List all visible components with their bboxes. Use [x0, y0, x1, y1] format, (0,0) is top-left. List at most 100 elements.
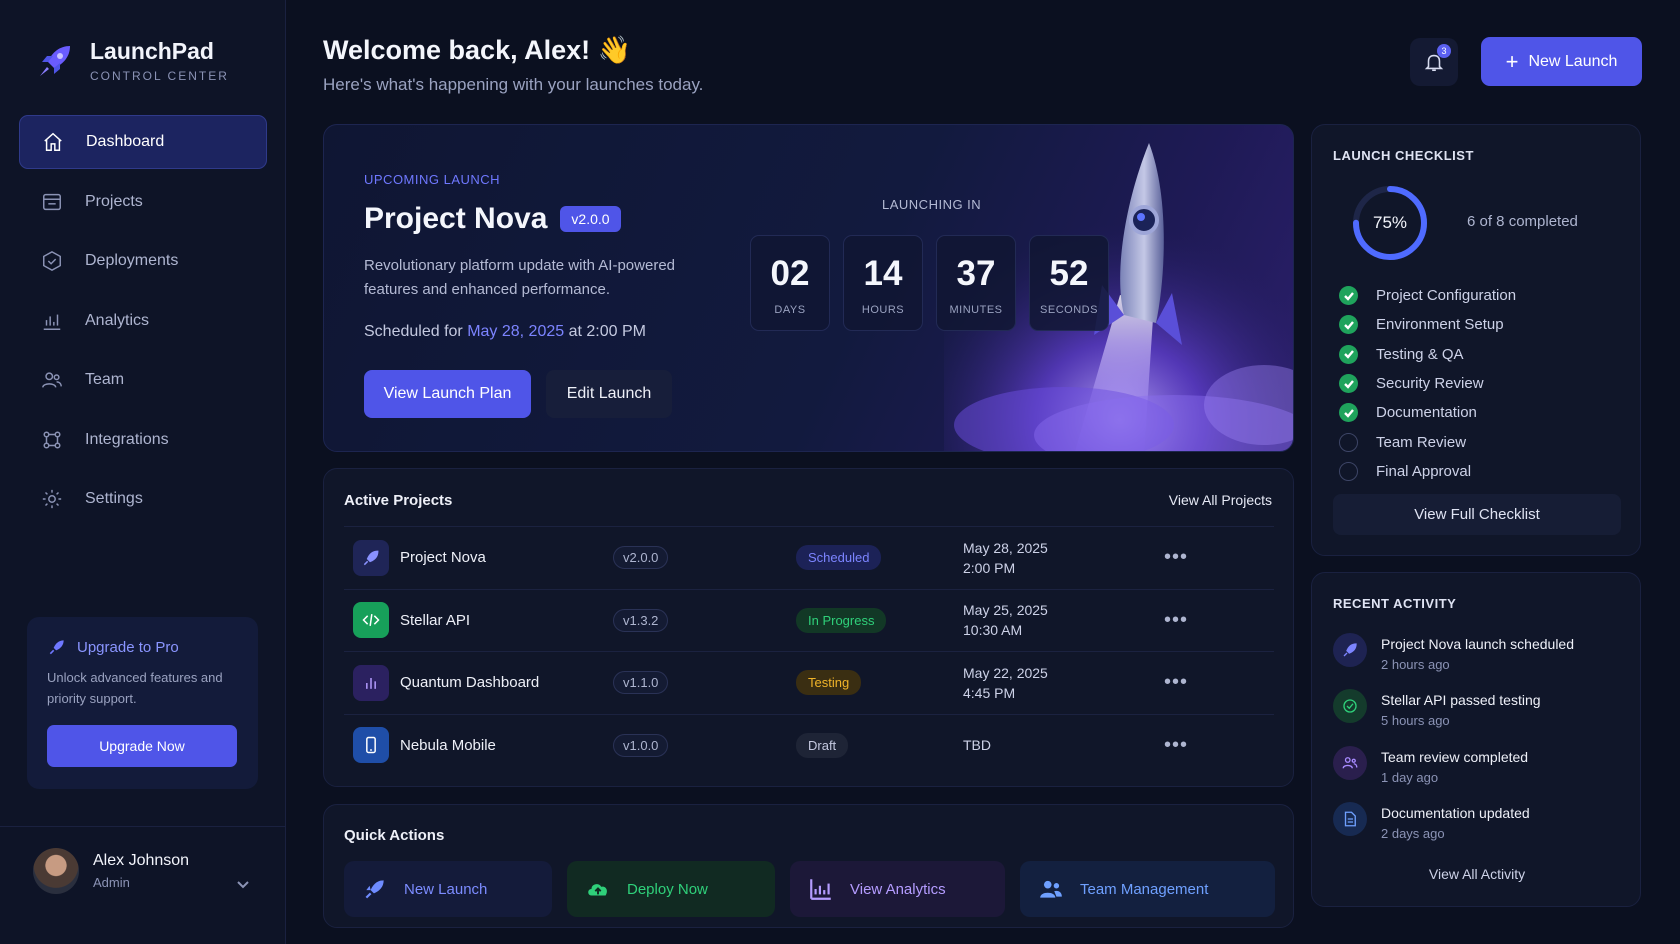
quick-new-launch-button[interactable]: New Launch [344, 861, 552, 917]
home-icon [44, 132, 62, 151]
check-icon [1339, 315, 1358, 335]
schedule-date: May 28, 2025 [467, 323, 565, 340]
sidebar-item-deployments[interactable]: Deployments [19, 234, 267, 288]
sidebar-item-analytics[interactable]: Analytics [19, 294, 267, 348]
new-launch-label: New Launch [1528, 52, 1618, 70]
checklist-item-label: Final Approval [1376, 462, 1472, 480]
project-name: Quantum Dashboard [400, 674, 540, 692]
table-row[interactable]: Project Nova v2.0.0 Scheduled May 28, 20… [344, 526, 1274, 589]
view-all-activity-link[interactable]: View All Activity [1312, 866, 1642, 882]
project-date: TBD [963, 735, 991, 755]
countdown-label: LAUNCHING IN [882, 197, 982, 212]
activity-item[interactable]: Team review completed 1 day ago [1333, 745, 1574, 802]
sidebar-item-dashboard[interactable]: Dashboard [19, 115, 267, 169]
check-circle-icon [1333, 689, 1367, 724]
quick-deploy-now-button[interactable]: Deploy Now [567, 861, 775, 917]
quick-actions-row: New Launch Deploy Now View Analytics Tea… [344, 861, 1275, 917]
new-launch-button[interactable]: + New Launch [1481, 37, 1642, 86]
sidebar-item-label: Dashboard [86, 133, 165, 150]
sidebar: LaunchPad CONTROL CENTER Dashboard Proje… [0, 0, 286, 944]
folder-icon [43, 193, 61, 210]
bar-chart-icon [810, 879, 831, 900]
mobile-icon [353, 727, 389, 764]
check-icon [1339, 403, 1358, 423]
quick-team-management-button[interactable]: Team Management [1020, 861, 1275, 917]
activity-item[interactable]: Documentation updated 2 days ago [1333, 801, 1574, 858]
activity-item[interactable]: Project Nova launch scheduled 2 hours ag… [1333, 633, 1574, 689]
more-icon[interactable]: ••• [1164, 609, 1188, 632]
countdown-unit: MINUTES [949, 304, 1003, 316]
brand-subtitle: CONTROL CENTER [90, 69, 229, 83]
countdown-minutes: 37 MINUTES [936, 235, 1016, 331]
sidebar-item-integrations[interactable]: Integrations [19, 413, 267, 467]
activity-title-text: Project Nova launch scheduled [1381, 636, 1575, 652]
checklist-item[interactable]: Testing & QA [1339, 340, 1516, 369]
more-icon[interactable]: ••• [1164, 671, 1188, 694]
project-date-time: 10:30 AM [963, 622, 1023, 639]
rocket-icon [365, 880, 384, 899]
checklist-item[interactable]: Documentation [1339, 398, 1516, 427]
rocket-icon [1333, 633, 1367, 667]
table-row[interactable]: Quantum Dashboard v1.1.0 Testing May 22,… [344, 651, 1274, 714]
document-icon [1333, 801, 1367, 836]
sidebar-item-label: Settings [85, 490, 143, 507]
project-version: v1.1.0 [613, 671, 669, 695]
quick-action-label: Team Management [1080, 880, 1209, 898]
project-name: Stellar API [400, 611, 471, 629]
package-icon [43, 250, 61, 272]
upcoming-launch-label: UPCOMING LAUNCH [364, 172, 501, 187]
countdown-value: 37 [956, 254, 996, 293]
upgrade-card: Upgrade to Pro Unlock advanced features … [27, 617, 258, 789]
quick-action-label: Deploy Now [627, 880, 708, 898]
checklist-item[interactable]: Project Configuration [1339, 281, 1516, 310]
sidebar-nav: Dashboard Projects Deployments Analytics… [19, 115, 267, 532]
view-all-projects-link[interactable]: View All Projects [1169, 492, 1272, 508]
checklist-item[interactable]: Team Review [1339, 427, 1516, 456]
project-version: v2.0.0 [613, 546, 669, 570]
users-icon [1040, 880, 1062, 898]
checklist-item-label: Security Review [1376, 375, 1484, 393]
view-launch-plan-button[interactable]: View Launch Plan [364, 370, 531, 418]
project-version: v1.0.0 [613, 733, 669, 757]
checklist-item-label: Environment Setup [1376, 316, 1504, 334]
brand[interactable]: LaunchPad CONTROL CENTER [34, 38, 229, 83]
edit-launch-button[interactable]: Edit Launch [546, 370, 672, 418]
page-subtitle: Here's what's happening with your launch… [323, 75, 704, 94]
sidebar-item-projects[interactable]: Projects [19, 175, 267, 229]
upgrade-now-button[interactable]: Upgrade Now [47, 725, 237, 767]
users-icon [42, 372, 62, 388]
table-row[interactable]: Stellar API v1.3.2 In Progress May 25, 2… [344, 588, 1274, 652]
more-icon[interactable]: ••• [1164, 546, 1188, 569]
sidebar-item-label: Deployments [85, 252, 179, 269]
activity-list: Project Nova launch scheduled 2 hours ag… [1333, 633, 1574, 858]
checklist-item[interactable]: Final Approval [1339, 457, 1516, 486]
status-badge: In Progress [796, 607, 887, 633]
view-full-checklist-button[interactable]: View Full Checklist [1333, 494, 1621, 535]
quick-view-analytics-button[interactable]: View Analytics [790, 861, 1005, 917]
user-role: Admin [93, 874, 130, 890]
table-row[interactable]: Nebula Mobile v1.0.0 Draft TBD ••• [344, 713, 1274, 777]
notifications-button[interactable]: 3 [1410, 38, 1458, 86]
projects-table: Project Nova v2.0.0 Scheduled May 28, 20… [344, 526, 1274, 776]
sidebar-item-settings[interactable]: Settings [19, 472, 267, 526]
countdown-value: 14 [863, 254, 903, 293]
empty-circle-icon [1339, 432, 1358, 452]
checklist-items: Project Configuration Environment Setup … [1339, 281, 1516, 486]
chevron-down-icon[interactable] [236, 877, 250, 891]
countdown-hours: 14 HOURS [843, 235, 923, 331]
activity-item[interactable]: Stellar API passed testing 5 hours ago [1333, 689, 1574, 745]
sidebar-item-team[interactable]: Team [19, 353, 267, 407]
checklist-item-label: Team Review [1376, 433, 1467, 451]
checklist-item[interactable]: Environment Setup [1339, 310, 1516, 339]
quick-action-label: View Analytics [850, 880, 946, 898]
more-icon[interactable]: ••• [1164, 734, 1188, 757]
checklist-item[interactable]: Security Review [1339, 369, 1516, 398]
project-name: Nebula Mobile [400, 736, 496, 754]
activity-title-text: Stellar API passed testing [1381, 692, 1541, 709]
project-date-day: May 28, 2025 [963, 539, 1048, 556]
schedule-prefix: Scheduled for [364, 323, 463, 340]
upgrade-title: Upgrade to Pro [47, 637, 238, 657]
activity-title-text: Documentation updated [1381, 804, 1530, 821]
checklist-item-label: Project Configuration [1376, 287, 1517, 305]
user-profile[interactable]: Alex Johnson Admin [0, 826, 286, 944]
